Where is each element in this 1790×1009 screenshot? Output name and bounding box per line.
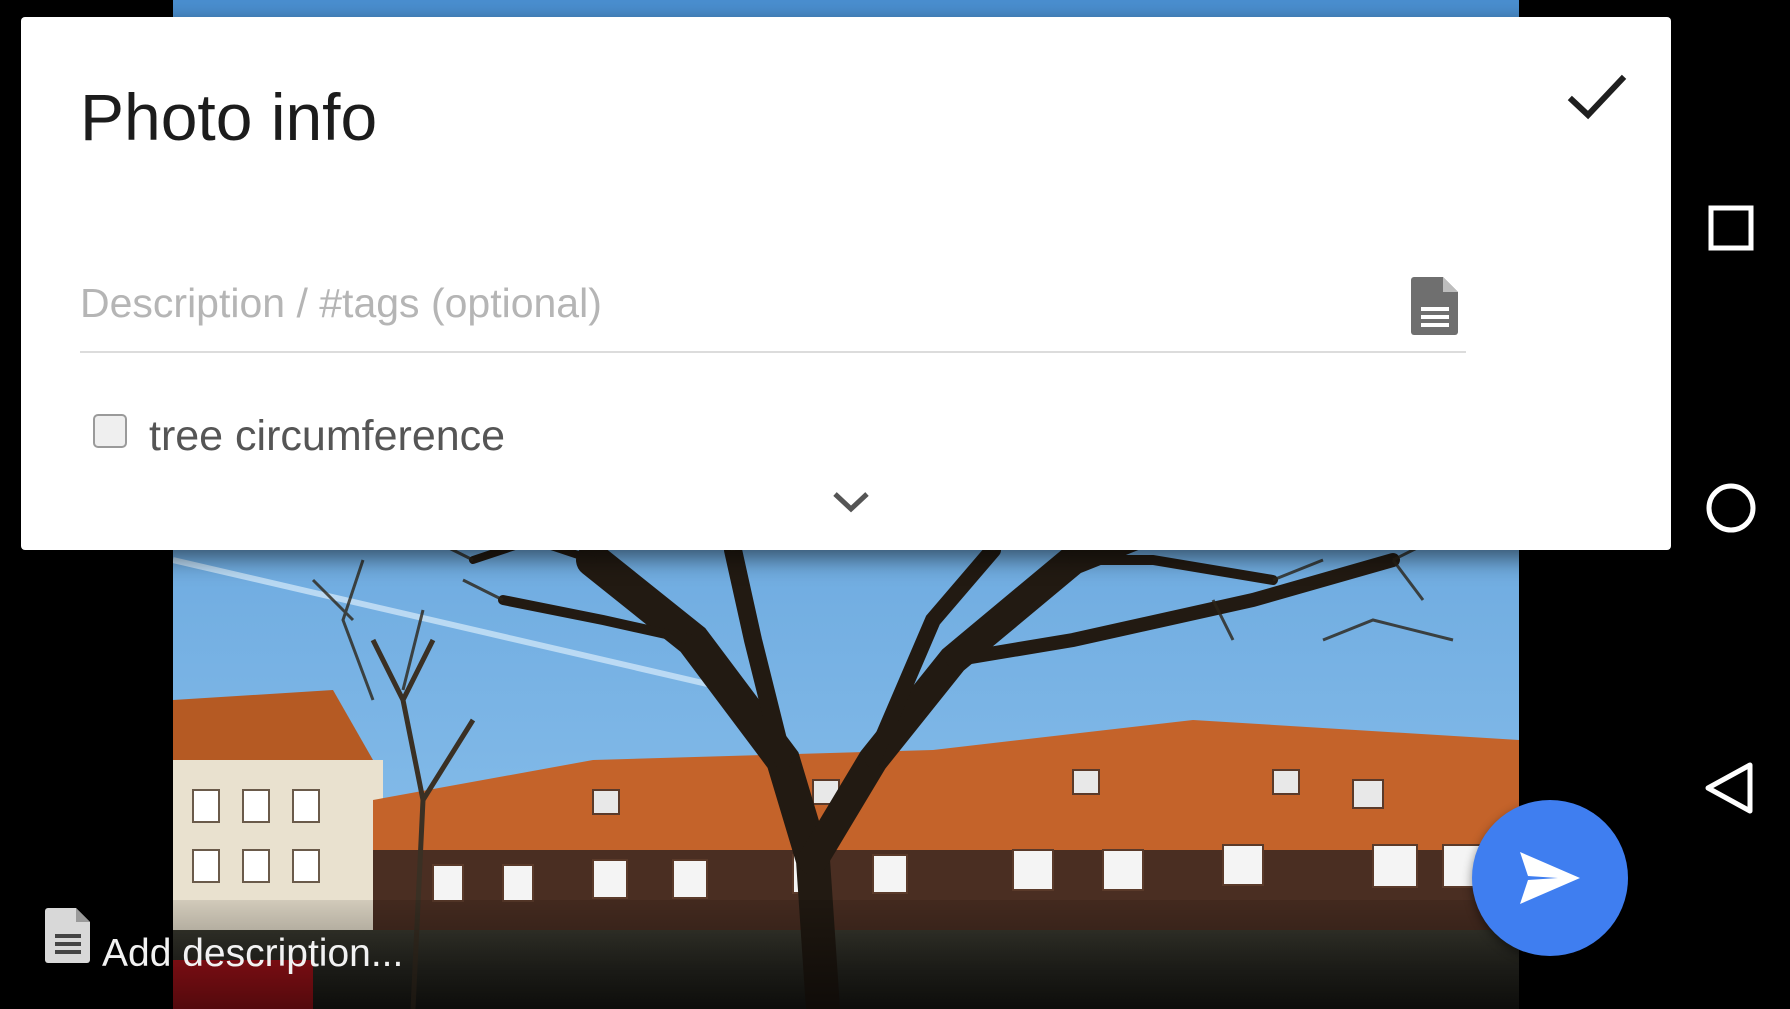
dialog-title: Photo info — [80, 80, 378, 154]
description-template-button[interactable] — [1410, 275, 1460, 337]
tree-circumference-checkbox[interactable] — [93, 414, 127, 448]
document-icon — [1411, 277, 1458, 335]
add-description-label[interactable]: Add description... — [102, 932, 403, 976]
tree-circumference-label: tree circumference — [149, 411, 506, 460]
system-navigation-bar — [1672, 0, 1790, 1009]
chevron-down-icon — [833, 492, 869, 513]
home-button[interactable] — [1694, 471, 1768, 545]
photo-info-dialog: Photo info tree circumference — [21, 17, 1671, 550]
send-icon — [1520, 852, 1580, 904]
confirm-button[interactable] — [1566, 67, 1628, 129]
app-screen: Add description... Photo info Descriptio… — [0, 0, 1790, 1009]
home-circle-icon — [1706, 483, 1756, 533]
check-icon — [1567, 74, 1627, 120]
description-input[interactable] — [80, 275, 1370, 331]
description-field — [80, 257, 1466, 353]
expand-button[interactable] — [830, 487, 872, 517]
send-button[interactable] — [1472, 800, 1628, 956]
recents-button[interactable] — [1694, 191, 1768, 265]
recents-square-icon — [1708, 205, 1754, 251]
back-button[interactable] — [1694, 751, 1768, 825]
document-icon — [44, 906, 92, 964]
tree-circumference-option[interactable]: tree circumference — [93, 400, 505, 472]
back-triangle-icon — [1705, 762, 1753, 814]
